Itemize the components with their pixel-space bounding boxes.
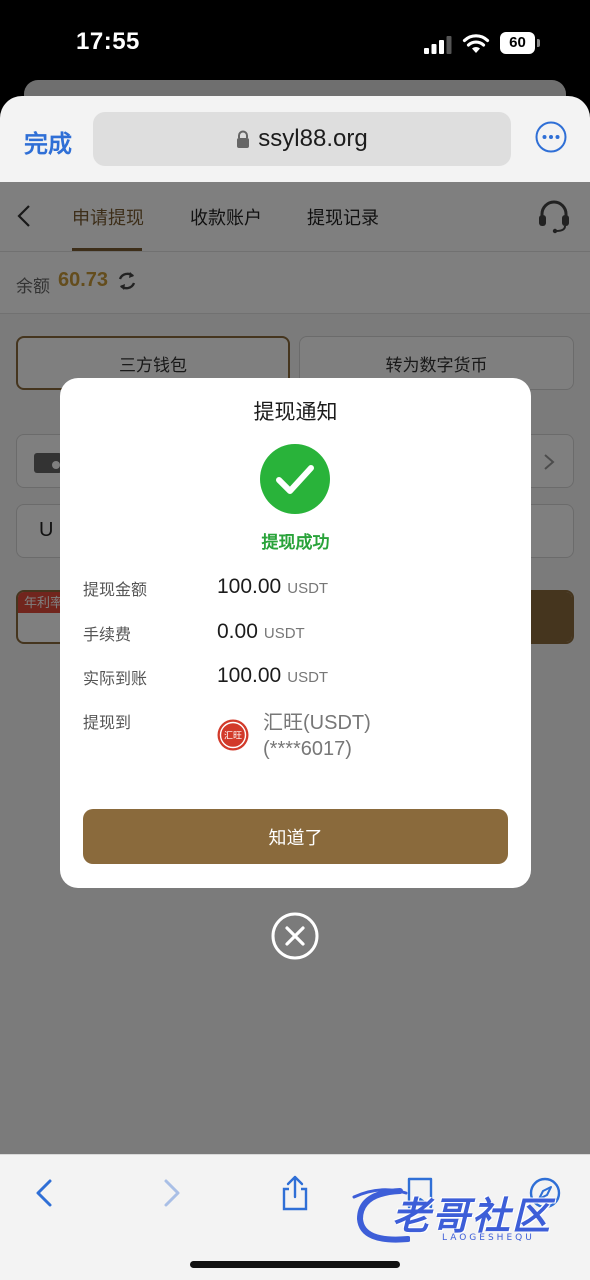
huiwang-logo: 汇旺 [217, 719, 249, 751]
phone-screen: 17:55 60 完成 ssyl88.org 提现通知 提现成功 提现金额 10… [0, 0, 590, 1280]
browser-bottom-toolbar: 老哥社区 LAOGESHEQU [0, 1154, 590, 1280]
fee-label: 手续费 [83, 625, 132, 644]
withdraw-notice-modal: 提现通知 提现成功 提现金额 100.00 USDT 手续费 0.00 USDT 实… [60, 378, 531, 888]
more-options-icon[interactable] [535, 121, 567, 153]
target-name: 汇旺(USDT) [263, 712, 371, 734]
amount-label: 提现金额 [83, 580, 148, 599]
address-bar[interactable]: ssyl88.org [93, 112, 511, 166]
fee-value-line: 0.00 USDT [217, 620, 305, 644]
signal-icon [424, 36, 452, 54]
amount-value-line: 100.00 USDT [217, 575, 328, 599]
huiwang-logo-text: 汇旺 [224, 731, 242, 742]
status-time: 17:55 [76, 28, 140, 55]
got-it-button[interactable]: 知道了 [83, 809, 508, 864]
done-button[interactable]: 完成 [24, 124, 72, 159]
amount-unit: USDT [287, 580, 329, 597]
home-indicator[interactable] [190, 1261, 400, 1268]
watermark-text: 老哥社区 [392, 1194, 553, 1238]
target-label: 提现到 [83, 713, 132, 732]
target-account-name: 汇旺(USDT) (****6017) [263, 710, 371, 762]
lock-icon [237, 130, 250, 148]
modal-title: 提现通知 [253, 400, 338, 424]
watermark-subtext: LAOGESHEQU [442, 1233, 535, 1243]
close-icon[interactable] [271, 912, 319, 960]
success-status: 提现成功 [261, 533, 330, 553]
forward-icon[interactable] [154, 1175, 186, 1211]
received-value-line: 100.00 USDT [217, 664, 328, 688]
received-value: 100.00 [217, 664, 282, 687]
wifi-icon [462, 34, 490, 53]
battery-icon: 60 [500, 32, 540, 54]
fee-unit: USDT [263, 625, 305, 642]
received-unit: USDT [287, 669, 329, 686]
back-icon[interactable] [30, 1175, 62, 1211]
url-text: ssyl88.org [258, 125, 368, 152]
share-icon[interactable] [279, 1175, 311, 1211]
battery-level: 60 [500, 32, 535, 54]
received-label: 实际到账 [83, 669, 148, 688]
watermark-logo: 老哥社区 LAOGESHEQU [350, 1183, 580, 1247]
fee-value: 0.00 [217, 620, 258, 643]
target-account-number: (****6017) [263, 738, 352, 760]
success-check-icon [260, 444, 330, 514]
status-bar: 17:55 60 [0, 0, 590, 86]
browser-top-bar: 完成 ssyl88.org [0, 96, 590, 182]
amount-value: 100.00 [217, 575, 282, 598]
